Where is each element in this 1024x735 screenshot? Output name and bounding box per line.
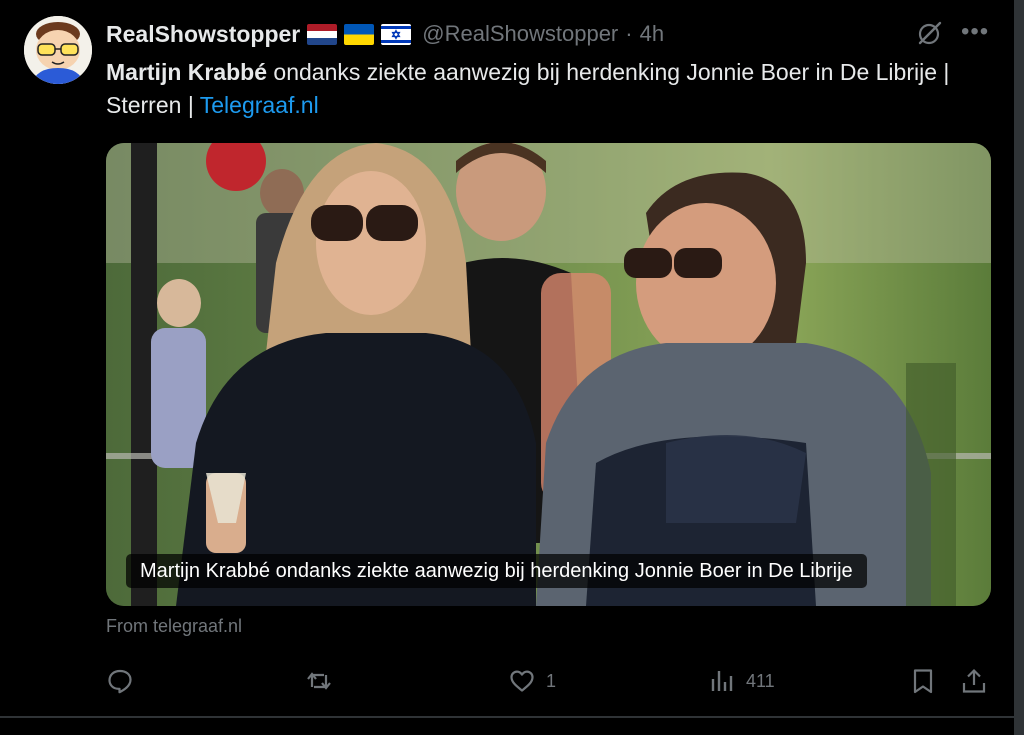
- bookmark-icon: [913, 669, 933, 694]
- like-button[interactable]: 1: [508, 664, 556, 698]
- tweet-header: RealShowstopper @RealShowstopper · 4h: [106, 18, 664, 50]
- israel-flag-icon: [381, 23, 412, 45]
- news-photo: [106, 143, 991, 606]
- author-name[interactable]: RealShowstopper: [106, 21, 300, 48]
- card-source[interactable]: From telegraaf.nl: [106, 616, 242, 637]
- views-button[interactable]: 411: [708, 664, 775, 698]
- tweet-divider: [0, 716, 1014, 718]
- views-count: 411: [746, 670, 775, 691]
- ukraine-flag-icon: [344, 23, 375, 45]
- grok-icon[interactable]: [916, 19, 944, 47]
- more-options-icon[interactable]: •••: [961, 18, 989, 46]
- cartoon-avatar-icon: [24, 16, 92, 84]
- tweet-time[interactable]: 4h: [640, 21, 664, 47]
- tweet-text: Martijn Krabbé ondanks ziekte aanwezig b…: [106, 56, 986, 122]
- link-card-image[interactable]: Martijn Krabbé ondanks ziekte aanwezig b…: [106, 143, 991, 606]
- card-caption: Martijn Krabbé ondanks ziekte aanwezig b…: [126, 554, 867, 588]
- bookmark-button[interactable]: [909, 664, 937, 698]
- share-button[interactable]: [960, 664, 988, 698]
- telegraaf-link[interactable]: Telegraaf.nl: [200, 92, 319, 118]
- retweet-button[interactable]: [305, 664, 343, 698]
- like-count: 1: [546, 670, 557, 691]
- mention-name: Martijn Krabbé: [106, 59, 268, 85]
- right-border: [1014, 0, 1024, 735]
- retweet-icon: [307, 672, 331, 690]
- avatar[interactable]: [24, 16, 92, 84]
- separator-dot: ·: [625, 21, 633, 46]
- share-icon: [962, 668, 986, 693]
- author-handle[interactable]: @RealShowstopper: [422, 21, 618, 47]
- netherlands-flag-icon: [307, 23, 338, 45]
- reply-button[interactable]: [106, 664, 144, 698]
- reply-icon: [108, 669, 132, 694]
- heart-icon: [510, 670, 534, 692]
- views-chart-icon: [711, 671, 733, 691]
